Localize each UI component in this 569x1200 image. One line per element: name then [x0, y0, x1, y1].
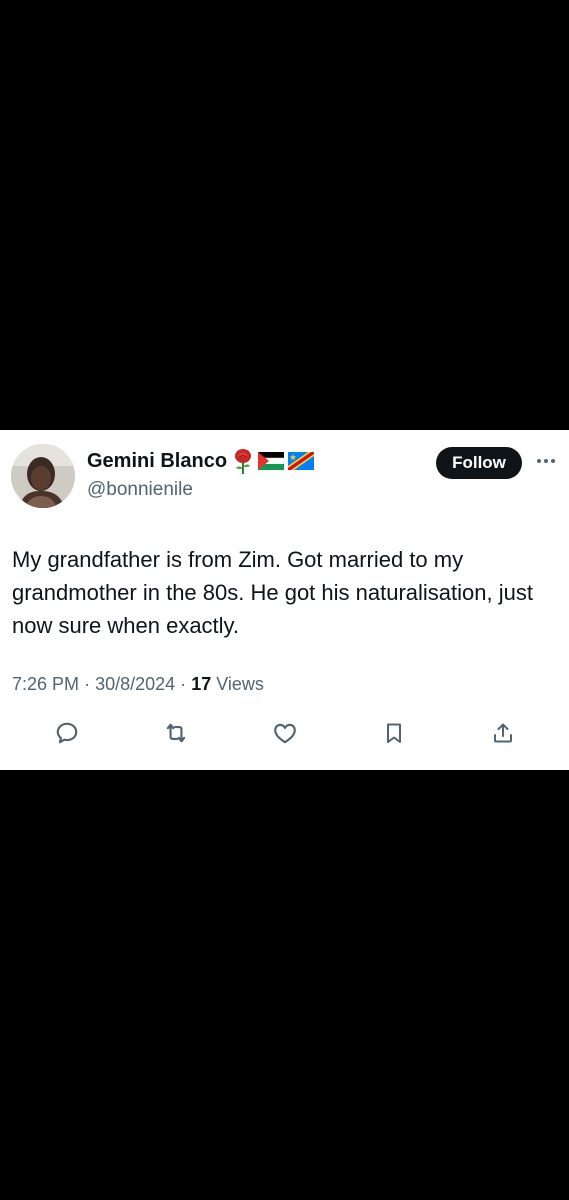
tweet-date[interactable]: 30/8/2024: [95, 674, 175, 694]
bookmark-icon: [387, 723, 401, 743]
share-button[interactable]: [485, 715, 521, 751]
more-options-button[interactable]: [535, 454, 557, 468]
tweet-card: Gemini Blanco @bonnienile Follow My gran…: [0, 430, 569, 770]
meta-separator: ·: [180, 674, 187, 694]
views-count: 17: [191, 674, 212, 694]
like-button[interactable]: [267, 715, 303, 751]
reply-icon: [56, 722, 78, 744]
follow-button[interactable]: Follow: [436, 447, 522, 479]
retweet-button[interactable]: [158, 715, 194, 751]
name-badges: [232, 447, 314, 475]
retweet-icon: [166, 723, 186, 743]
tweet-meta: 7:26 PM · 30/8/2024 · 17 Views: [12, 674, 264, 695]
share-icon: [494, 723, 512, 743]
dr-congo-flag-icon: [288, 452, 314, 470]
like-icon: [274, 723, 296, 744]
user-handle[interactable]: @bonnienile: [87, 479, 193, 501]
tweet-actions: [0, 715, 569, 751]
views-label: Views: [216, 674, 264, 694]
meta-separator: ·: [84, 674, 91, 694]
palestine-flag-icon: [258, 452, 284, 470]
avatar-photo: [11, 444, 75, 508]
avatar[interactable]: [11, 444, 75, 508]
display-name[interactable]: Gemini Blanco: [87, 450, 227, 473]
tweet-text: My grandfather is from Zim. Got married …: [12, 547, 533, 638]
more-horizontal-icon: [537, 459, 555, 463]
reply-button[interactable]: [49, 715, 85, 751]
tweet-time[interactable]: 7:26 PM: [12, 674, 79, 694]
rose-emoji-icon: [235, 449, 251, 474]
bookmark-button[interactable]: [376, 715, 412, 751]
